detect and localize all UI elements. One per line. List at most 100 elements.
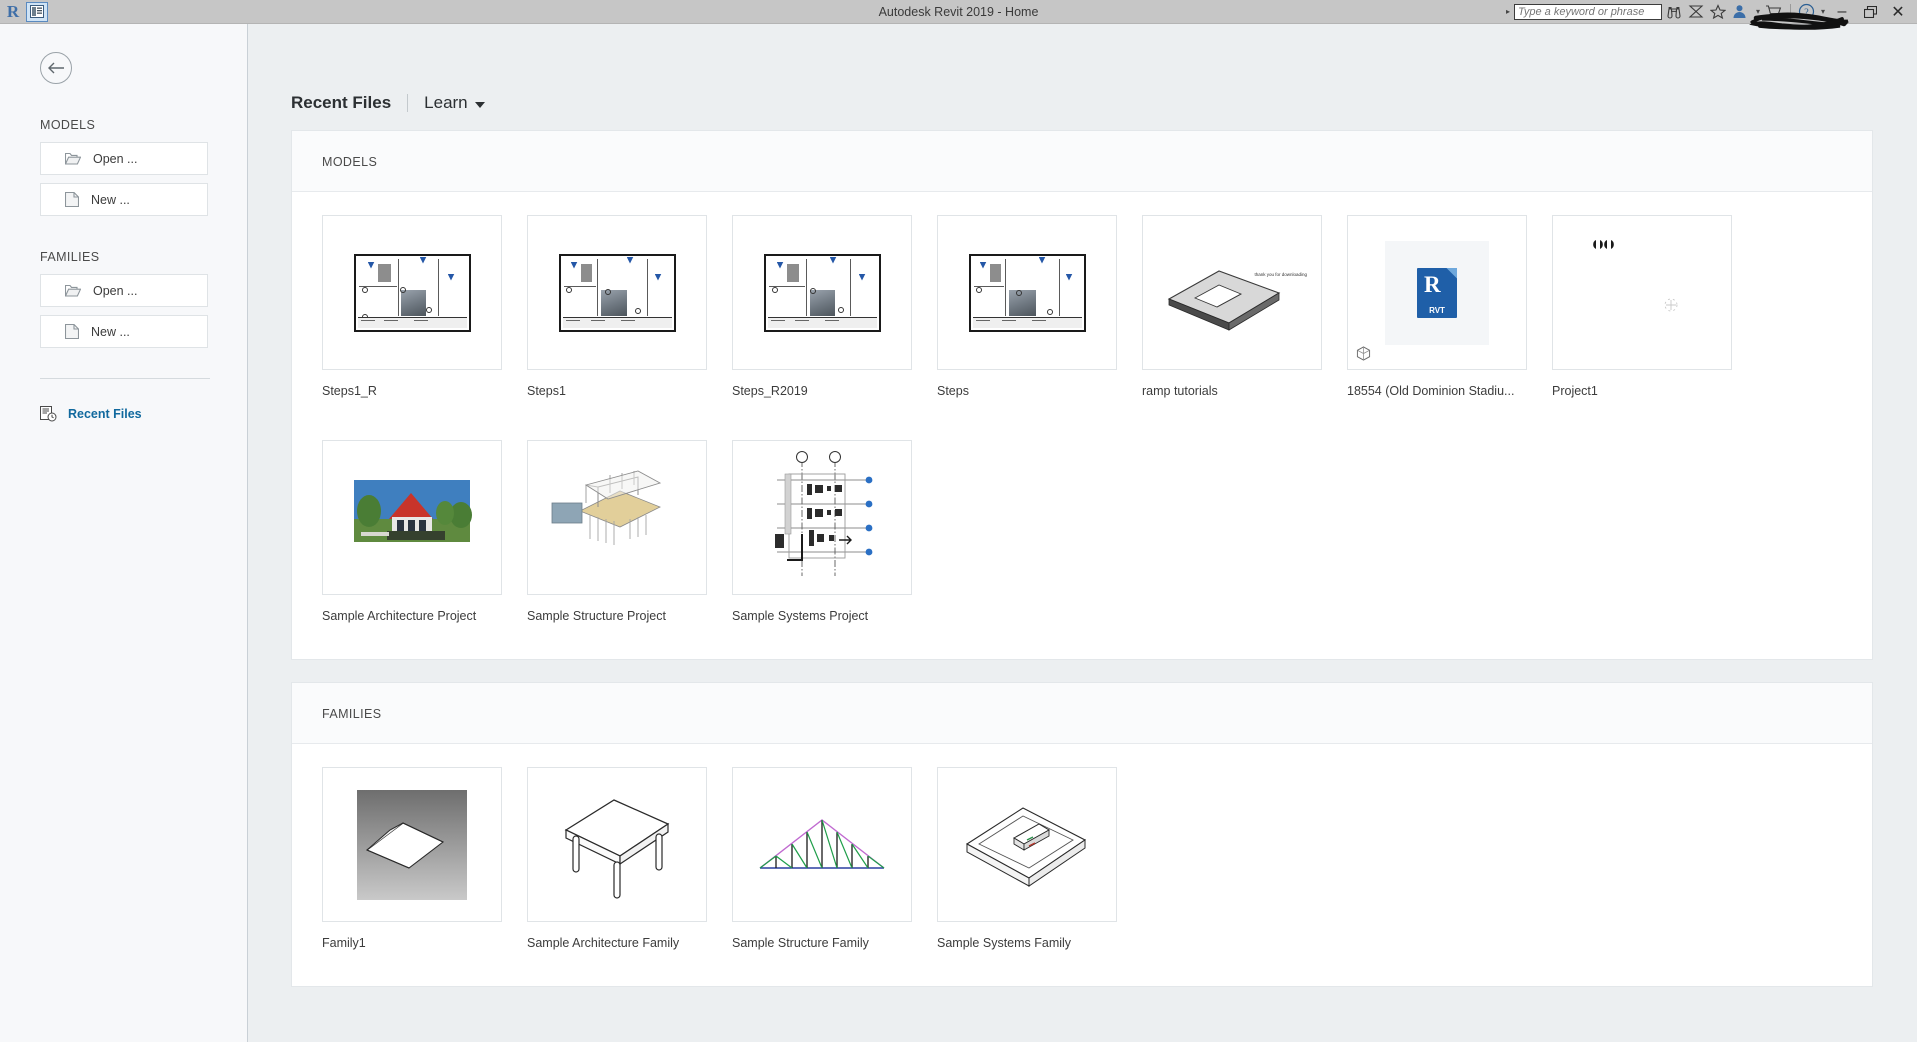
systems-plan-drawing bbox=[747, 448, 897, 588]
model-thumbnail-sheet[interactable] bbox=[527, 215, 707, 370]
grid-row-break bbox=[322, 418, 1872, 440]
rvt-file-icon: R RVT bbox=[1417, 268, 1457, 318]
model-tile-label: Steps_R2019 bbox=[732, 384, 917, 398]
recent-files-label: Recent Files bbox=[68, 407, 142, 421]
back-button[interactable] bbox=[40, 52, 72, 84]
family-thumbnail-truss[interactable] bbox=[732, 767, 912, 922]
model-tile-label: Sample Structure Project bbox=[527, 609, 712, 623]
models-new-button[interactable]: New ... bbox=[40, 183, 208, 216]
model-thumbnail-sheet[interactable] bbox=[937, 215, 1117, 370]
new-document-icon bbox=[65, 324, 79, 339]
model-tile[interactable]: Project1 bbox=[1552, 215, 1757, 398]
models-open-button[interactable]: Open ... bbox=[40, 142, 208, 175]
model-thumbnail-sheet[interactable] bbox=[322, 215, 502, 370]
models-grid: Steps1_R bbox=[292, 192, 1872, 659]
ramp-thumbnail-note: thank you for downloading bbox=[1254, 272, 1307, 278]
family-tile[interactable]: Sample Systems Family bbox=[937, 767, 1142, 950]
quick-access-toolbar: R bbox=[0, 2, 48, 22]
sidebar-heading-families: FAMILIES bbox=[40, 250, 247, 264]
sheet-drawing bbox=[969, 254, 1086, 332]
family-thumbnail-wedge[interactable] bbox=[322, 767, 502, 922]
model-tile[interactable]: thank you for downloading ramp tutorials bbox=[1142, 215, 1347, 398]
close-button[interactable]: ✕ bbox=[1885, 2, 1911, 22]
model-tile-label: Project1 bbox=[1552, 384, 1737, 398]
content-tabs: Recent Files Learn bbox=[248, 24, 1917, 130]
family-thumbnail-table[interactable] bbox=[527, 767, 707, 922]
models-card: MODELS bbox=[291, 130, 1873, 660]
family-wedge-drawing bbox=[357, 790, 467, 900]
search-input[interactable] bbox=[1514, 4, 1662, 20]
sheet-drawing bbox=[354, 254, 471, 332]
chevron-down-icon bbox=[475, 102, 485, 108]
cloud-model-icon bbox=[1356, 346, 1371, 361]
models-open-label: Open ... bbox=[93, 152, 137, 166]
model-thumbnail-ramp[interactable]: thank you for downloading bbox=[1142, 215, 1322, 370]
model-tile[interactable]: Steps_R2019 bbox=[732, 215, 937, 398]
families-new-button[interactable]: New ... bbox=[40, 315, 208, 348]
rvt-icon-background: R RVT bbox=[1385, 241, 1489, 345]
app-shell: MODELS Open ... New ... FAMILIES Open ..… bbox=[0, 24, 1917, 1042]
model-thumbnail-systems[interactable] bbox=[732, 440, 912, 595]
structure-model-drawing bbox=[542, 463, 692, 573]
sidebar: MODELS Open ... New ... FAMILIES Open ..… bbox=[0, 24, 248, 1042]
open-folder-icon bbox=[65, 152, 81, 165]
models-section-heading: MODELS bbox=[292, 131, 1872, 192]
binoculars-icon[interactable] bbox=[1664, 2, 1684, 22]
main-content: Recent Files Learn MODELS bbox=[248, 24, 1917, 1042]
family-tile[interactable]: Sample Structure Family bbox=[732, 767, 937, 950]
recent-files-icon bbox=[40, 406, 57, 422]
families-card: FAMILIES bbox=[291, 682, 1873, 987]
tab-learn[interactable]: Learn bbox=[424, 93, 484, 113]
tab-recent-files[interactable]: Recent Files bbox=[291, 93, 391, 113]
model-thumbnail-sheet[interactable] bbox=[732, 215, 912, 370]
redacted-username-scribble bbox=[1748, 10, 1852, 32]
families-grid: Family1 bbox=[292, 744, 1872, 986]
back-arrow-icon bbox=[47, 61, 65, 75]
models-new-label: New ... bbox=[91, 193, 130, 207]
user-account-icon[interactable] bbox=[1730, 2, 1750, 22]
family-tile-label: Family1 bbox=[322, 936, 507, 950]
model-tile[interactable]: R RVT 18554 (Old Dominion Stadiu... bbox=[1347, 215, 1552, 398]
model-tile-label: Steps1 bbox=[527, 384, 712, 398]
family-tile-label: Sample Structure Family bbox=[732, 936, 917, 950]
model-tile[interactable]: Steps1_R bbox=[322, 215, 527, 398]
sheet-titleblock bbox=[973, 317, 1082, 328]
families-open-button[interactable]: Open ... bbox=[40, 274, 208, 307]
model-tile[interactable]: Sample Architecture Project bbox=[322, 440, 527, 623]
model-tile[interactable]: Sample Structure Project bbox=[527, 440, 732, 623]
sidebar-item-recent-files[interactable]: Recent Files bbox=[40, 406, 247, 422]
sheet-titleblock bbox=[358, 317, 467, 328]
tab-divider bbox=[407, 94, 408, 112]
ceiling-panel-family-drawing bbox=[957, 790, 1097, 900]
sidebar-divider bbox=[40, 378, 210, 379]
model-thumbnail-render[interactable] bbox=[322, 440, 502, 595]
model-tile[interactable]: Steps bbox=[937, 215, 1142, 398]
communication-center-icon[interactable] bbox=[1686, 2, 1706, 22]
truss-family-drawing bbox=[752, 810, 892, 880]
families-new-label: New ... bbox=[91, 325, 130, 339]
home-toggle-button[interactable] bbox=[26, 2, 48, 22]
model-tile-label: Steps bbox=[937, 384, 1122, 398]
ramp-isometric-drawing bbox=[1157, 243, 1307, 343]
family-thumbnail-ceiling[interactable] bbox=[937, 767, 1117, 922]
model-thumbnail-rvt[interactable]: R RVT bbox=[1347, 215, 1527, 370]
open-folder-icon bbox=[65, 284, 81, 297]
favorites-star-icon[interactable] bbox=[1708, 2, 1728, 22]
expand-arrow-icon[interactable]: ▸ bbox=[1504, 7, 1512, 16]
families-open-label: Open ... bbox=[93, 284, 137, 298]
model-thumbnail-structure[interactable] bbox=[527, 440, 707, 595]
family-tile[interactable]: Sample Architecture Family bbox=[527, 767, 732, 950]
model-tile-label: 18554 (Old Dominion Stadiu... bbox=[1347, 384, 1532, 398]
model-tile-label: Steps1_R bbox=[322, 384, 507, 398]
model-thumbnail-blank[interactable] bbox=[1552, 215, 1732, 370]
project1-blank-drawing bbox=[1567, 228, 1717, 358]
revit-logo-icon[interactable]: R bbox=[4, 2, 22, 22]
home-panel-icon bbox=[30, 5, 44, 18]
architecture-render-image bbox=[337, 475, 487, 561]
restore-button[interactable] bbox=[1857, 2, 1883, 22]
model-tile[interactable]: Steps1 bbox=[527, 215, 732, 398]
family-tile[interactable]: Family1 bbox=[322, 767, 527, 950]
table-family-drawing bbox=[552, 786, 682, 904]
model-tile[interactable]: Sample Systems Project bbox=[732, 440, 937, 623]
title-bar: R Autodesk Revit 2019 - Home ▸ bbox=[0, 0, 1917, 24]
